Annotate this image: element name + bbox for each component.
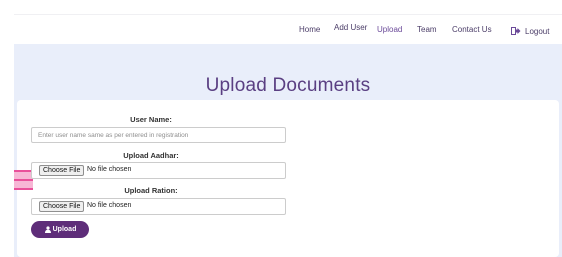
nav-team-link[interactable]: Team	[417, 25, 437, 34]
nav-add-user-link[interactable]: Add User	[334, 23, 367, 32]
user-name-input[interactable]	[31, 127, 286, 143]
ration-file-input[interactable]: Choose File No file chosen	[31, 198, 286, 215]
logout-icon	[511, 27, 521, 35]
upload-aadhar-label: Upload Aadhar:	[123, 151, 179, 160]
nav-contact-link[interactable]: Contact Us	[452, 25, 492, 34]
upload-submit-label: Upload	[52, 226, 77, 233]
page-title: Upload Documents	[205, 75, 371, 96]
upload-submit-button[interactable]: Upload	[31, 221, 89, 238]
aadhar-file-input[interactable]: Choose File No file chosen	[31, 162, 286, 179]
logout-label: Logout	[525, 27, 550, 36]
nav-upload-link[interactable]: Upload	[377, 25, 402, 34]
upload-ration-label: Upload Ration:	[124, 186, 178, 195]
ration-file-status: No file chosen	[87, 202, 132, 209]
nav-home-link[interactable]: Home	[299, 25, 320, 34]
user-name-label: User Name:	[130, 115, 172, 124]
user-upload-icon	[44, 226, 52, 233]
logout-link[interactable]: Logout	[511, 27, 549, 36]
aadhar-file-status: No file chosen	[87, 166, 132, 173]
aadhar-choose-file-button[interactable]: Choose File	[39, 165, 85, 176]
ration-choose-file-button[interactable]: Choose File	[39, 201, 85, 212]
top-navbar: Home Add User Upload Team Contact Us Log…	[14, 14, 562, 44]
